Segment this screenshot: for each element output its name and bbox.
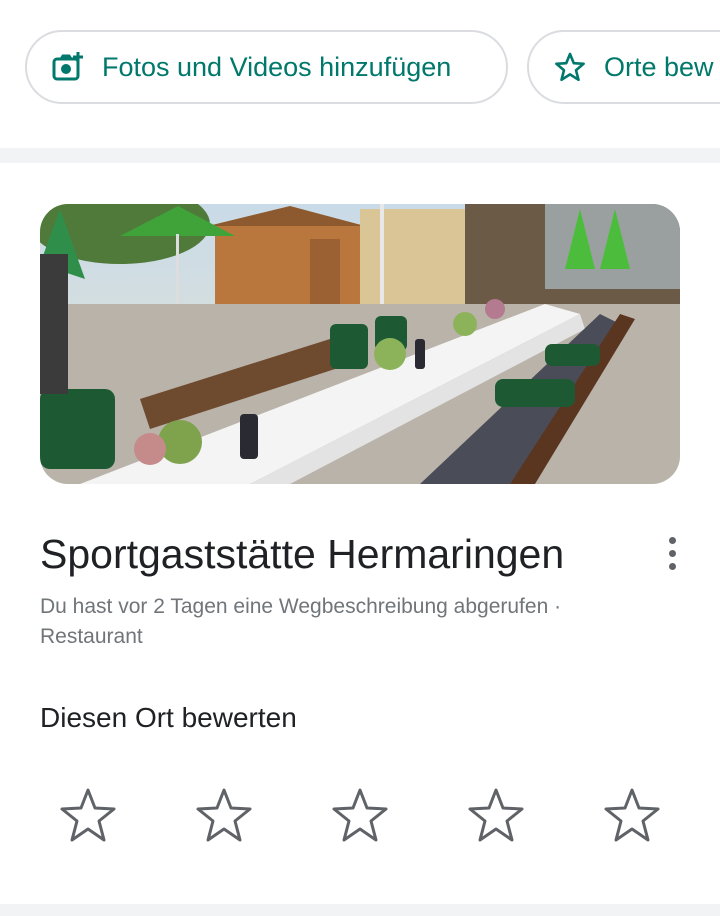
section-divider — [0, 148, 720, 163]
action-chip-row: Fotos und Videos hinzufügen Orte bew — [0, 0, 720, 148]
add-photos-videos-chip[interactable]: Fotos und Videos hinzufügen — [25, 30, 508, 104]
rate-places-label: Orte bew — [604, 51, 714, 82]
star-5-icon[interactable] — [602, 786, 662, 846]
more-options-button[interactable] — [650, 530, 694, 576]
star-outline-icon — [554, 51, 586, 83]
rate-place-heading: Diesen Ort bewerten — [40, 702, 297, 733]
dot-icon — [668, 536, 676, 544]
star-3-icon[interactable] — [330, 786, 390, 846]
star-2-icon[interactable] — [194, 786, 254, 846]
place-name: Sportgaststätte Hermaringen — [40, 531, 565, 577]
dot-icon — [668, 562, 676, 570]
add-photo-icon — [52, 51, 84, 83]
rate-places-chip[interactable]: Orte bew — [527, 30, 720, 104]
star-1-icon[interactable] — [58, 786, 118, 846]
dot-icon — [668, 549, 676, 557]
place-subtitle: Du hast vor 2 Tagen eine Wegbeschreibung… — [40, 595, 562, 648]
star-4-icon[interactable] — [466, 786, 526, 846]
bottom-divider — [0, 904, 720, 916]
restaurant-terrace-photo[interactable] — [40, 204, 680, 484]
rating-stars — [0, 786, 720, 850]
add-photos-videos-label: Fotos und Videos hinzufügen — [102, 51, 452, 82]
